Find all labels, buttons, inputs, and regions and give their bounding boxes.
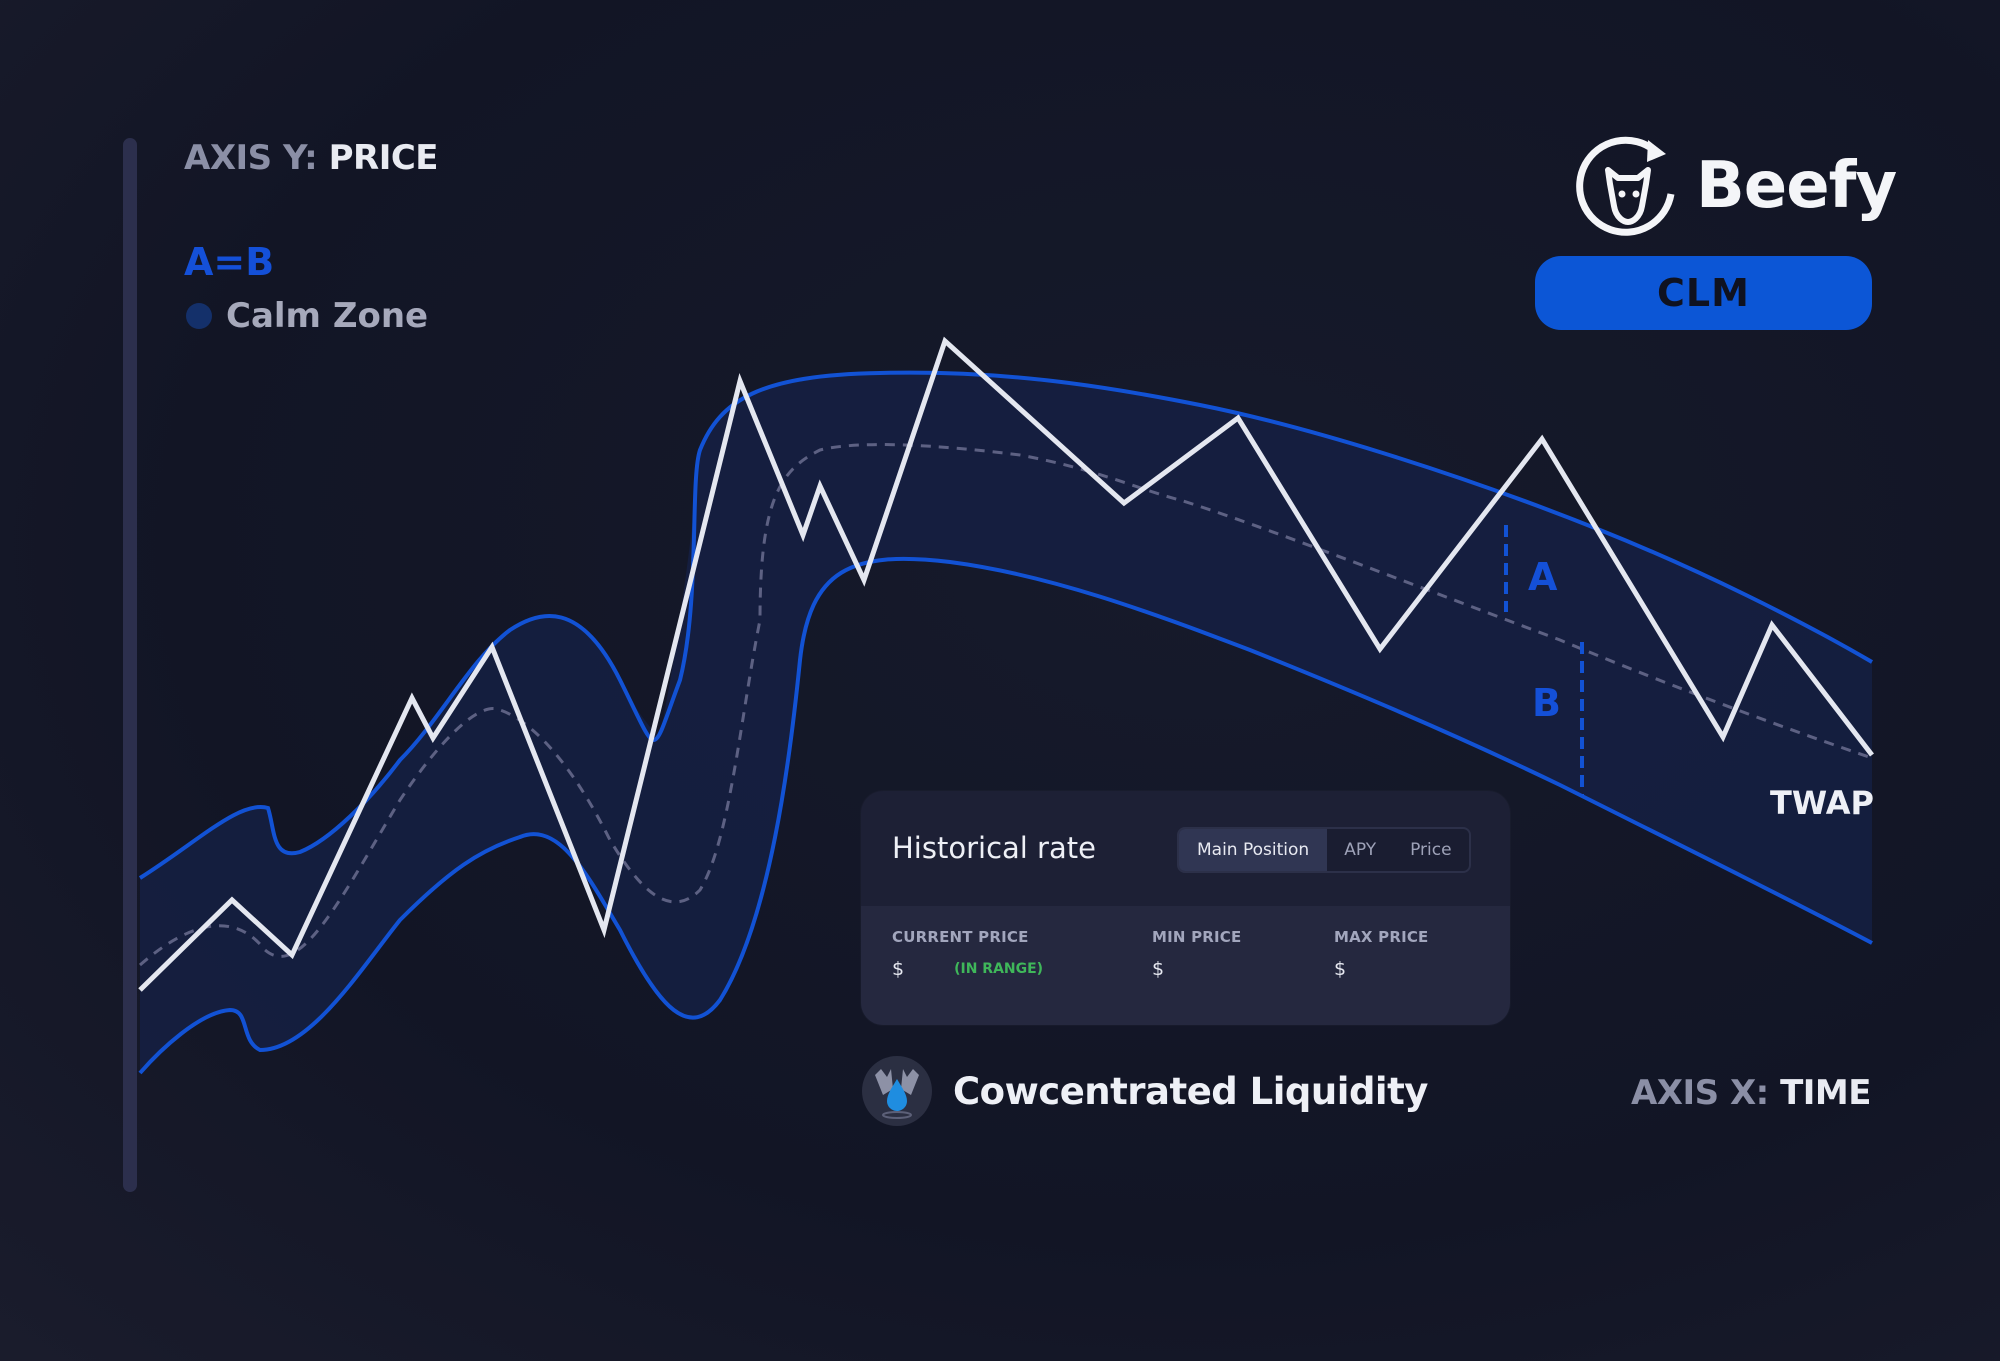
min-price-value: $ (1152, 958, 1165, 980)
max-price-label: MAX PRICE (1334, 928, 1429, 946)
brand-name: Beefy (1696, 149, 1897, 223)
footer-brand: Cowcentrated Liquidity (861, 1055, 1428, 1127)
footer-title: Cowcentrated Liquidity (953, 1069, 1428, 1113)
current-price-label: CURRENT PRICE (892, 928, 1029, 946)
x-axis-label: AXIS X: TIME (1630, 1073, 1872, 1113)
tab-price[interactable]: Price (1393, 829, 1468, 871)
segment-b-label: B (1532, 681, 1561, 725)
water-drop-cows-icon (862, 1056, 932, 1126)
legend-equation: A=B (184, 240, 275, 284)
current-price-value: $ (892, 958, 905, 980)
y-axis-prefix: AXIS Y: (184, 138, 318, 178)
y-axis-name: PRICE (328, 138, 439, 178)
clm-badge-button[interactable]: CLM (1535, 256, 1872, 330)
max-price-value: $ (1334, 958, 1347, 980)
min-price-label: MIN PRICE (1152, 928, 1242, 946)
card-header: Historical rate Main Position APY Price (861, 791, 1510, 906)
x-axis-prefix: AXIS X: (1630, 1073, 1769, 1113)
card-title: Historical rate (892, 831, 1096, 865)
current-price-row: $ (IN RANGE) (892, 958, 1043, 980)
current-price-stat: CURRENT PRICE $ (IN RANGE) (892, 928, 1043, 980)
calm-zone-label: Calm Zone (226, 296, 429, 336)
twap-label: TWAP (1770, 784, 1874, 822)
brand: Beefy (1574, 132, 1897, 240)
max-price-stat: MAX PRICE $ (1334, 928, 1429, 980)
historical-rate-card: Historical rate Main Position APY Price … (861, 791, 1510, 1025)
in-range-badge: (IN RANGE) (954, 961, 1044, 977)
y-axis-label: AXIS Y: PRICE (184, 138, 439, 178)
beefy-cow-logo-icon (1576, 136, 1675, 236)
min-price-stat: MIN PRICE $ (1152, 928, 1241, 980)
x-axis-name: TIME (1780, 1073, 1871, 1113)
card-stats: CURRENT PRICE $ (IN RANGE) MIN PRICE $ M… (861, 906, 1510, 1025)
calm-zone-swatch (186, 303, 212, 329)
card-tab-group: Main Position APY Price (1177, 827, 1471, 873)
tab-apy[interactable]: APY (1327, 829, 1393, 871)
legend-calm-zone: Calm Zone (186, 296, 428, 336)
tab-main-position[interactable]: Main Position (1179, 829, 1328, 871)
segment-a-label: A (1528, 555, 1558, 599)
